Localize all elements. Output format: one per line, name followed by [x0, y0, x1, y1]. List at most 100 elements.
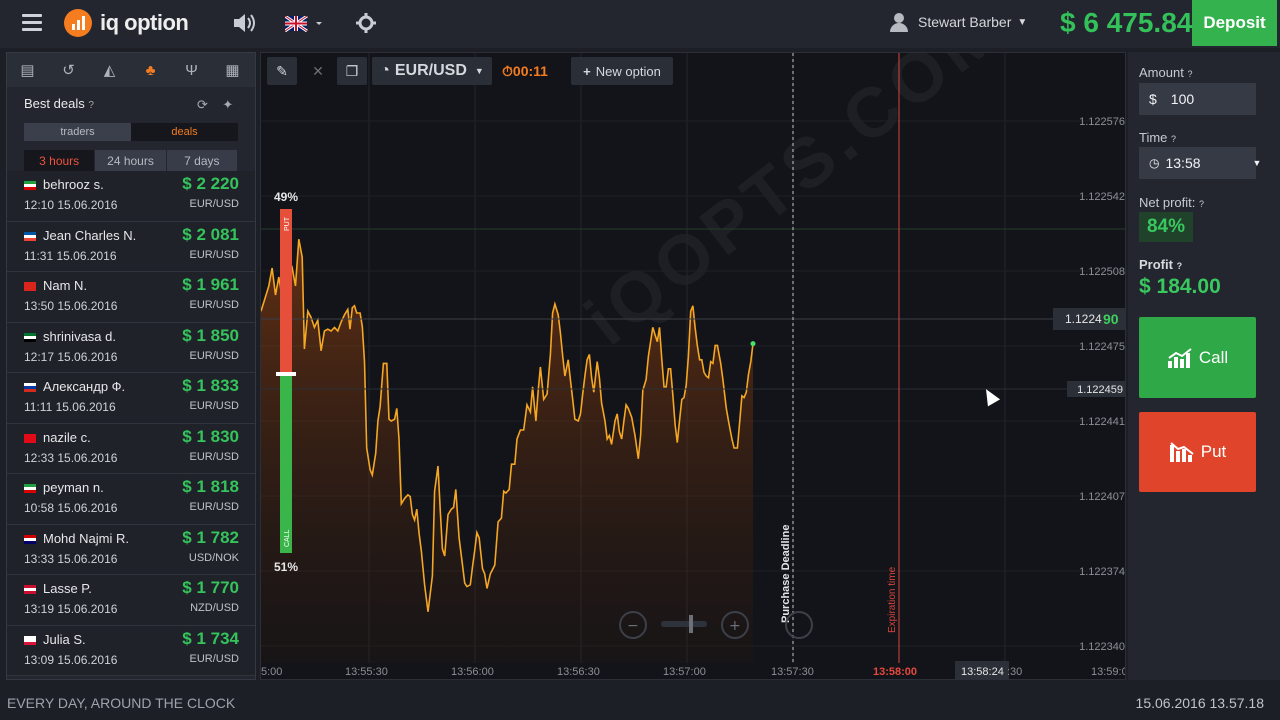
tab-traders[interactable]: traders [24, 123, 131, 141]
y-tick-label: 1.122475 [1079, 341, 1125, 353]
time-select[interactable]: ◷ 13:58 ▼ [1139, 147, 1261, 179]
asset-clock-icon: ◔ [380, 62, 390, 79]
tab-24-hours[interactable]: 24 hours [95, 150, 166, 171]
deal-row[interactable]: Nam N. 13:50 15.06.2016 $ 1 961 EUR/USD [7, 272, 255, 323]
news-icon[interactable]: ▦ [212, 53, 253, 87]
sound-icon[interactable] [232, 12, 258, 40]
deal-pair: NZD/USD [190, 602, 239, 614]
x-tick-label: 13:58:00 [873, 666, 917, 678]
deals-list: behrooz s. 12:10 15.06.2016 $ 2 220 EUR/USD… [7, 171, 255, 676]
deal-row[interactable]: behrooz s. 12:10 15.06.2016 $ 2 220 EUR/USD [7, 171, 255, 222]
asset-selector[interactable]: ◔ EUR/USD ▼ [372, 57, 492, 85]
deal-row[interactable]: nazile c. 12:33 15.06.2016 $ 1 830 EUR/USD [7, 423, 255, 474]
deal-row[interactable]: shrinivasa d. 12:17 15.06.2016 $ 1 850 EUR/… [7, 322, 255, 373]
deal-row[interactable]: Александр Ф. 11:11 15.06.2016 $ 1 833 EUR/U… [7, 373, 255, 424]
time-label: Time ? [1139, 130, 1177, 145]
best-deals-panel: ▤ ↺ ◭ ♣ Ψ ▦ Best deals ? ⟳ ✦ traders dea… [6, 52, 256, 680]
top-bar: iq option Stewart Barber ▼ $ 6 475.84 De… [0, 0, 1280, 48]
deal-pair: EUR/USD [189, 652, 239, 665]
x-tick-label: 13:57:30 [771, 666, 814, 678]
tab-7-days[interactable]: 7 days [166, 150, 237, 171]
asset-name: EUR/USD [394, 62, 467, 79]
deal-pair: EUR/USD [189, 501, 239, 513]
profit-value: $ 184.00 [1139, 275, 1221, 298]
draw-icon[interactable]: ✎ [267, 57, 297, 85]
price-area [261, 239, 753, 663]
menu-icon[interactable] [22, 14, 42, 32]
history-icon[interactable]: ↺ [48, 53, 89, 87]
deal-time: 12:10 15.06.2016 [24, 198, 118, 212]
country-flag-icon [24, 635, 36, 645]
deal-amount: $ 1 770 [182, 578, 239, 597]
x-tick-label: 13:56:00 [451, 666, 494, 678]
amount-input[interactable]: $100 [1139, 83, 1256, 115]
signal-icon[interactable]: Ψ [171, 53, 212, 87]
new-option-button[interactable]: + New option [571, 57, 673, 85]
deal-row[interactable]: Julia S. 13:09 15.06.2016 $ 1 734 EUR/USD [7, 625, 255, 676]
profit-label: Profit ? [1139, 257, 1183, 272]
deal-amount: $ 1 833 [182, 376, 239, 395]
price-chart[interactable]: Purchase Deadline Expiration time 49% 51% PU… [261, 53, 1126, 680]
user-menu[interactable]: Stewart Barber ▼ [890, 12, 1027, 32]
expiration-time-label: Expiration time [887, 566, 898, 633]
chevron-down-icon: ▼ [474, 66, 484, 76]
deposit-button[interactable]: Deposit [1192, 0, 1277, 46]
x-tick-label: :30 [1007, 666, 1022, 678]
refresh-icon[interactable]: ⟳ [197, 97, 208, 112]
left-panel-toolbar: ▤ ↺ ◭ ♣ Ψ ▦ [7, 53, 255, 87]
pin-icon[interactable]: ✦ [222, 97, 233, 112]
zoom-slider-handle [689, 615, 693, 633]
deal-time: 11:11 15.06.2016 [24, 400, 116, 414]
deal-pair: EUR/USD [189, 450, 239, 463]
call-button[interactable]: Call [1139, 317, 1256, 398]
tab-deals[interactable]: deals [131, 123, 238, 141]
logo-text: iq option [100, 10, 189, 35]
deal-amount: $ 2 220 [182, 174, 239, 193]
y-tick-label: 1.122542 [1079, 191, 1125, 203]
language-flag-icon[interactable] [284, 14, 325, 38]
best-deals-tools: ⟳ ✦ [197, 97, 233, 113]
account-balance: $ 6 475.84 [1060, 7, 1193, 38]
deal-row[interactable]: Jean Charles N. 11:31 15.06.2016 $ 2 081 EU… [7, 221, 255, 272]
user-icon [890, 12, 908, 32]
settings-icon[interactable] [356, 12, 376, 40]
deal-pair: USD/NOK [188, 551, 239, 564]
close-icon[interactable]: ✕ [303, 57, 333, 85]
amount-label: Amount ? [1139, 65, 1193, 80]
traders-deals-toggle: traders deals [24, 123, 238, 141]
deal-amount: $ 1 961 [182, 275, 239, 294]
deal-amount: $ 1 850 [182, 325, 239, 345]
chart-area-icon[interactable]: ◭ [89, 53, 130, 87]
trader-name: behrooz s. [43, 177, 104, 192]
help-icon[interactable]: ? [1177, 261, 1183, 271]
put-bar-label: PUT [284, 216, 291, 231]
period-tabs: 3 hours 24 hours 7 days [24, 150, 238, 171]
y-tick-label: 1.122340 [1079, 641, 1125, 653]
user-name: Stewart Barber [918, 14, 1012, 30]
country-flag-icon [24, 534, 36, 544]
trader-name: shrinivasa d. [43, 328, 116, 344]
tab-3-hours[interactable]: 3 hours [24, 150, 95, 171]
logo[interactable]: iq option [64, 9, 189, 37]
call-bar-label: CALL [284, 529, 291, 547]
deal-row[interactable]: Lasse P. 13:19 15.06.2016 $ 1 770 NZD/USD [7, 575, 255, 626]
traders-icon[interactable]: ♣ [130, 53, 171, 87]
deal-time: 11:31 15.06.2016 [24, 248, 117, 263]
list-icon[interactable]: ▤ [7, 53, 48, 87]
put-button[interactable]: Put [1139, 412, 1256, 492]
y-tick-label: 1.122407 [1079, 491, 1125, 503]
copy-icon[interactable]: ❐ [337, 57, 367, 85]
help-icon[interactable]: ? [88, 100, 94, 111]
help-icon[interactable]: ? [1199, 199, 1204, 209]
marker-price-label: 1.122459 [1077, 384, 1123, 396]
help-icon[interactable]: ? [1171, 134, 1176, 144]
trader-name: Jean Charles N. [43, 227, 137, 243]
deal-row[interactable]: peyman n. 10:58 15.06.2016 $ 1 818 EUR/USD [7, 474, 255, 525]
chart-area[interactable]: iQOPTS.COM Purchase Deadline Expiration t… [260, 52, 1126, 680]
deal-row[interactable]: Mohd Najmi R. 13:33 15.06.2016 $ 1 782 USD/… [7, 524, 255, 575]
current-price-label: 1.1224 [1065, 312, 1102, 326]
deal-pair: EUR/USD [189, 349, 239, 362]
help-icon[interactable]: ? [1187, 69, 1192, 79]
deal-time: 12:33 15.06.2016 [24, 450, 118, 465]
x-tick-label: 13:58:24 [961, 666, 1004, 678]
